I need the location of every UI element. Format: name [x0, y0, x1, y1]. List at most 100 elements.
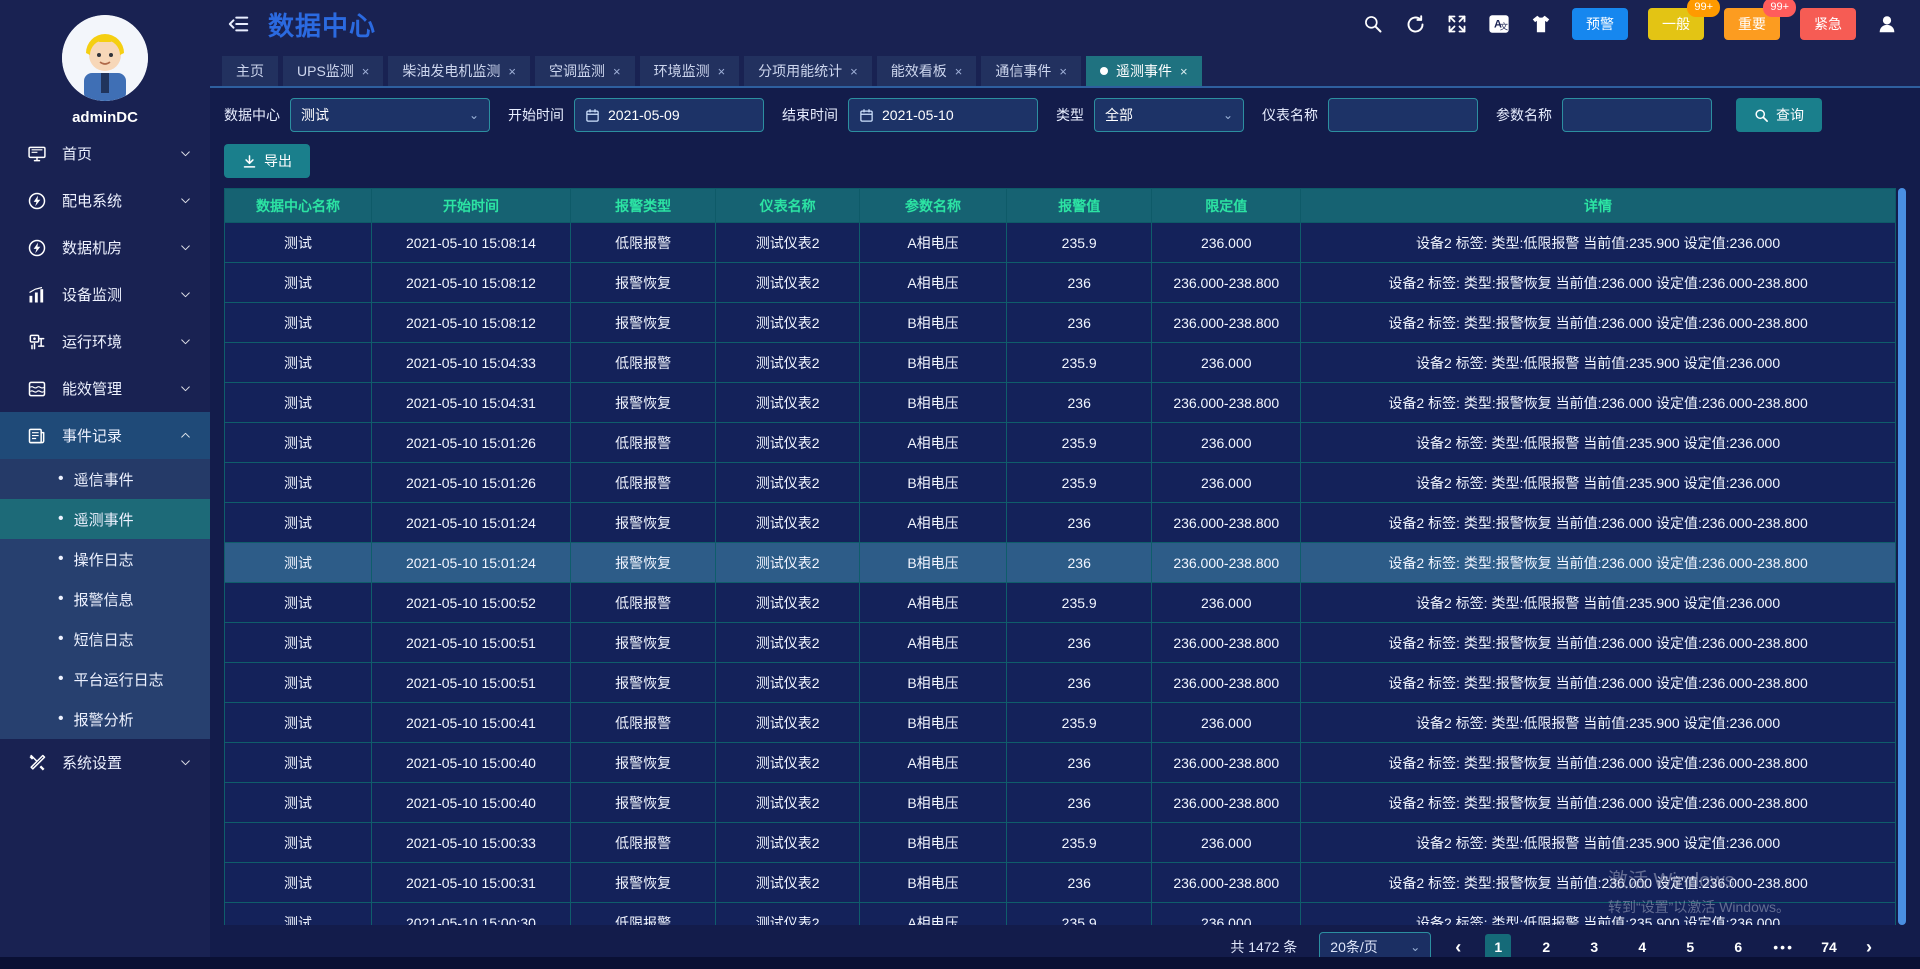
table-cell: 235.9: [1007, 583, 1152, 623]
table-row[interactable]: 测试2021-05-10 15:00:40报警恢复测试仪表2A相电压236236…: [225, 743, 1896, 783]
type-select[interactable]: 全部 ⌄: [1094, 98, 1244, 132]
bullet-icon: •: [58, 550, 64, 568]
table-cell: 设备2 标签: 类型:低限报警 当前值:235.900 设定值:236.000: [1301, 343, 1896, 383]
sidebar-subitem-telesignal-events[interactable]: •遥信事件: [0, 459, 210, 499]
sidebar-subitem-telemetry-events[interactable]: •遥测事件: [0, 499, 210, 539]
theme-icon[interactable]: [1530, 13, 1552, 35]
table-row[interactable]: 测试2021-05-10 15:00:51报警恢复测试仪表2A相电压236236…: [225, 623, 1896, 663]
tab-close-icon[interactable]: ×: [1180, 64, 1188, 79]
tab-diesel-generator[interactable]: 柴油发电机监测×: [388, 56, 530, 86]
table-cell: 2021-05-10 15:08:12: [372, 303, 571, 343]
table-row[interactable]: 测试2021-05-10 15:00:40报警恢复测试仪表2B相电压236236…: [225, 783, 1896, 823]
sidebar-item-home[interactable]: 首页: [0, 130, 210, 177]
chevron-up-icon: [179, 429, 192, 442]
table-row[interactable]: 测试2021-05-10 15:08:14低限报警测试仪表2A相电压235.92…: [225, 223, 1896, 263]
table-cell: 236: [1007, 663, 1152, 703]
tab-close-icon[interactable]: ×: [955, 64, 963, 79]
tab-close-icon[interactable]: ×: [1059, 64, 1067, 79]
table-cell: 2021-05-10 15:00:51: [372, 623, 571, 663]
table-header: 数据中心名称开始时间报警类型仪表名称参数名称报警值限定值详情: [225, 189, 1896, 223]
tab-energy-board[interactable]: 能效看板×: [877, 56, 977, 86]
sidebar-subitem-alarm-analysis[interactable]: •报警分析: [0, 699, 210, 739]
table-row[interactable]: 测试2021-05-10 15:00:41低限报警测试仪表2B相电压235.92…: [225, 703, 1896, 743]
sidebar-item-data-room[interactable]: 数据机房: [0, 224, 210, 271]
tab-telemetry-events[interactable]: 遥测事件×: [1086, 56, 1202, 86]
table-cell: 测试: [225, 623, 372, 663]
table-row[interactable]: 测试2021-05-10 15:00:51报警恢复测试仪表2B相电压236236…: [225, 663, 1896, 703]
table-row[interactable]: 测试2021-05-10 15:01:26低限报警测试仪表2A相电压235.92…: [225, 423, 1896, 463]
fullscreen-icon[interactable]: [1446, 13, 1468, 35]
sidebar-menu: 首页配电系统数据机房设备监测运行环境能效管理事件记录•遥信事件•遥测事件•操作日…: [0, 130, 210, 786]
table-cell: 测试: [225, 383, 372, 423]
tab-close-icon[interactable]: ×: [850, 64, 858, 79]
table-row[interactable]: 测试2021-05-10 15:00:30低限报警测试仪表2A相电压235.92…: [225, 903, 1896, 926]
refresh-icon[interactable]: [1404, 13, 1426, 35]
table-cell: 236: [1007, 543, 1152, 583]
sidebar-item-power-distribution[interactable]: 配电系统: [0, 177, 210, 224]
tab-bar: 主页UPS监测×柴油发电机监测×空调监测×环境监测×分项用能统计×能效看板×通信…: [210, 48, 1920, 88]
table-row[interactable]: 测试2021-05-10 15:00:33低限报警测试仪表2B相电压235.92…: [225, 823, 1896, 863]
prev-page-button[interactable]: ‹: [1453, 937, 1463, 958]
table-row[interactable]: 测试2021-05-10 15:00:31报警恢复测试仪表2B相电压236236…: [225, 863, 1896, 903]
start-date-input[interactable]: 2021-05-09: [574, 98, 764, 132]
tab-close-icon[interactable]: ×: [508, 64, 516, 79]
pagination-ellipsis[interactable]: •••: [1773, 939, 1794, 955]
table-row[interactable]: 测试2021-05-10 15:01:24报警恢复测试仪表2A相电压236236…: [225, 503, 1896, 543]
monitor-icon: [26, 143, 48, 165]
table-row[interactable]: 测试2021-05-10 15:00:52低限报警测试仪表2A相电压235.92…: [225, 583, 1896, 623]
table-cell: 测试仪表2: [716, 543, 860, 583]
translate-icon[interactable]: A文: [1488, 13, 1510, 35]
end-date-input[interactable]: 2021-05-10: [848, 98, 1038, 132]
table-row[interactable]: 测试2021-05-10 15:04:31报警恢复测试仪表2B相电压236236…: [225, 383, 1896, 423]
table-cell: 2021-05-10 15:04:33: [372, 343, 571, 383]
tab-close-icon[interactable]: ×: [362, 64, 370, 79]
table-cell: B相电压: [859, 703, 1006, 743]
table-row[interactable]: 测试2021-05-10 15:01:24报警恢复测试仪表2B相电压236236…: [225, 543, 1896, 583]
bullet-icon: •: [58, 510, 64, 528]
table-row[interactable]: 测试2021-05-10 15:08:12报警恢复测试仪表2B相电压236236…: [225, 303, 1896, 343]
menu-fold-icon[interactable]: [228, 12, 252, 36]
sidebar-subitem-operation-logs[interactable]: •操作日志: [0, 539, 210, 579]
alert-important-button[interactable]: 重要99+: [1724, 8, 1780, 40]
sidebar-item-runtime-environment[interactable]: 运行环境: [0, 318, 210, 365]
table-cell: 235.9: [1007, 223, 1152, 263]
tab-ups[interactable]: UPS监测×: [283, 56, 383, 86]
sidebar-subitem-platform-logs[interactable]: •平台运行日志: [0, 659, 210, 699]
table-cell: 236: [1007, 783, 1152, 823]
events-table: 数据中心名称开始时间报警类型仪表名称参数名称报警值限定值详情 测试2021-05…: [224, 188, 1896, 925]
sidebar-subitem-sms-logs[interactable]: •短信日志: [0, 619, 210, 659]
table-scrollbar[interactable]: [1898, 188, 1906, 925]
meter-name-input[interactable]: [1339, 107, 1467, 123]
avatar[interactable]: [62, 15, 148, 101]
table-row[interactable]: 测试2021-05-10 15:08:12报警恢复测试仪表2A相电压236236…: [225, 263, 1896, 303]
param-name-input[interactable]: [1573, 107, 1701, 123]
sidebar-item-energy-management[interactable]: 能效管理: [0, 365, 210, 412]
table-cell: B相电压: [859, 303, 1006, 343]
sidebar-subitem-alarm-info[interactable]: •报警信息: [0, 579, 210, 619]
alert-critical-button[interactable]: 紧急: [1800, 8, 1856, 40]
datacenter-select[interactable]: 测试 ⌄: [290, 98, 490, 132]
table-row[interactable]: 测试2021-05-10 15:01:26低限报警测试仪表2B相电压235.92…: [225, 463, 1896, 503]
tab-close-icon[interactable]: ×: [613, 64, 621, 79]
alert-warning-button[interactable]: 预警: [1572, 8, 1628, 40]
export-button[interactable]: 导出: [224, 144, 310, 178]
sidebar-item-system-settings[interactable]: 系统设置: [0, 739, 210, 786]
sidebar-item-event-records[interactable]: 事件记录: [0, 412, 210, 459]
tab-hvac[interactable]: 空调监测×: [535, 56, 635, 86]
tab-comm-events[interactable]: 通信事件×: [981, 56, 1081, 86]
tab-home[interactable]: 主页: [222, 56, 278, 86]
table-row[interactable]: 测试2021-05-10 15:04:33低限报警测试仪表2B相电压235.92…: [225, 343, 1896, 383]
sidebar-item-device-monitor[interactable]: 设备监测: [0, 271, 210, 318]
alert-general-button[interactable]: 一般99+: [1648, 8, 1704, 40]
table-cell: 2021-05-10 15:00:52: [372, 583, 571, 623]
tab-energy-stats[interactable]: 分项用能统计×: [744, 56, 872, 86]
app-root: adminDC 首页配电系统数据机房设备监测运行环境能效管理事件记录•遥信事件•…: [0, 0, 1920, 969]
search-icon[interactable]: [1362, 13, 1384, 35]
next-page-button[interactable]: ›: [1864, 937, 1874, 958]
search-button[interactable]: 查询: [1736, 98, 1822, 132]
user-icon[interactable]: [1876, 13, 1898, 35]
tab-close-icon[interactable]: ×: [718, 64, 726, 79]
subitem-label: 平台运行日志: [74, 669, 164, 690]
tab-environment[interactable]: 环境监测×: [640, 56, 740, 86]
table-cell: 设备2 标签: 类型:低限报警 当前值:235.900 设定值:236.000: [1301, 423, 1896, 463]
